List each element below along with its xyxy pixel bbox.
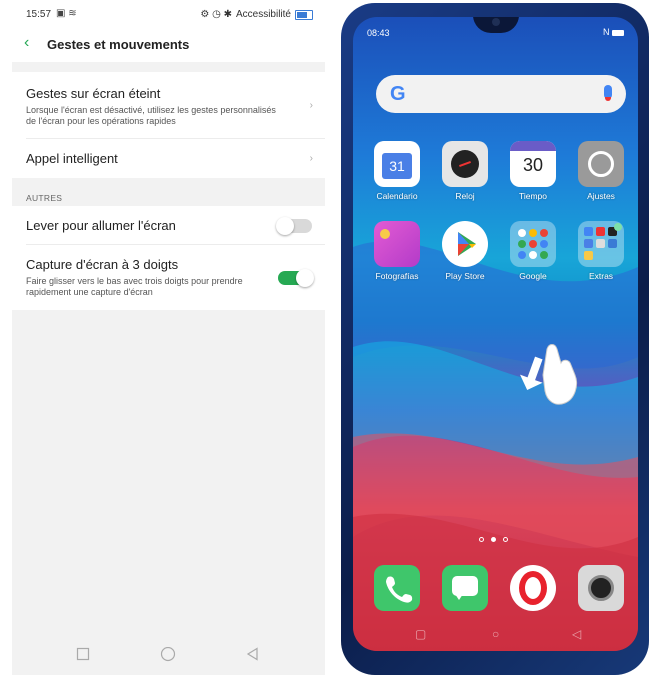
page-header: ‹ Gestes et mouvements [12,28,325,62]
app-fotografias[interactable]: Fotografías [367,221,427,281]
back-icon[interactable] [246,647,260,661]
phone-back-icon[interactable]: ◁ [572,627,581,641]
app-extras-folder[interactable]: Extras [571,221,631,281]
three-finger-screenshot-toggle[interactable] [278,269,314,287]
nav-bar [12,633,325,675]
camera-icon [578,565,624,611]
google-search-bar[interactable]: G [376,75,626,113]
dock-opera[interactable] [503,565,563,611]
photos-icon [374,221,420,267]
google-folder-icon [510,221,556,267]
gestures-off-screen-desc: Lorsque l'écran est désactivé, utilisez … [26,105,276,126]
phone-device: 08:43 N G 31 Calendario Reloj 30 Tiempo … [341,3,649,675]
back-arrow-icon[interactable]: ‹ [24,34,29,52]
app-tiempo[interactable]: 30 Tiempo [503,141,563,201]
accessibility-label: Accessibilité [235,9,291,20]
mic-icon[interactable] [604,85,612,101]
page-indicator [479,537,508,542]
gestures-group: Gestes sur écran éteint Lorsque l'écran … [12,72,325,178]
weather-icon: 30 [510,141,556,187]
status-bar: 15:57 ▣ ≋ ⚙ ◷ ✱ Accessibilité [12,0,325,28]
dock-phone[interactable] [367,565,427,611]
google-logo: G [390,83,406,105]
home-icon[interactable] [160,647,176,663]
nfc-icon: N [602,27,610,37]
gestures-off-screen-row[interactable]: Gestes sur écran éteint Lorsque l'écran … [12,72,325,138]
opera-icon [510,565,556,611]
phone-home-icon[interactable]: ○ [492,627,499,641]
gestures-off-screen-label: Gestes sur écran éteint [26,86,161,101]
phone-status-right: N [603,27,624,37]
smart-call-row[interactable]: Appel intelligent › [12,139,325,178]
status-right: ⚙ ◷ ✱ Accessibilité [200,9,313,20]
dock-messages[interactable] [435,565,495,611]
raise-to-wake-row[interactable]: Lever pour allumer l'écran [12,206,325,244]
play-store-icon [442,221,488,267]
recents-icon[interactable] [76,647,90,661]
settings-icon [578,141,624,187]
chevron-right-icon: › [309,100,313,111]
status-icons: ▣ ≋ [56,8,77,19]
three-finger-screenshot-row[interactable]: Capture d'écran à 3 doigts Faire glisser… [12,245,325,310]
three-finger-screenshot-desc: Faire glisser vers le bas avec trois doi… [26,276,243,297]
three-finger-screenshot-label: Capture d'écran à 3 doigts [26,257,179,272]
app-play-store[interactable]: Play Store [435,221,495,281]
page-dot[interactable] [479,537,484,542]
page-title: Gestes et mouvements [47,37,190,52]
app-calendario[interactable]: 31 Calendario [367,141,427,201]
phone-home-screen: 08:43 N G 31 Calendario Reloj 30 Tiempo … [353,17,638,651]
page-dot-active[interactable] [491,537,496,542]
app-reloj[interactable]: Reloj [435,141,495,201]
chevron-right-icon: › [309,153,313,164]
raise-to-wake-toggle[interactable] [276,217,312,235]
smart-call-label: Appel intelligent [26,151,118,166]
page-dot[interactable] [503,537,508,542]
settings-screen: 15:57 ▣ ≋ ⚙ ◷ ✱ Accessibilité ‹ Gestes e… [12,0,325,675]
clock-icon [442,141,488,187]
dock-camera[interactable] [571,565,631,611]
others-group: Lever pour allumer l'écran Capture d'écr… [12,206,325,310]
phone-status-time: 08:43 [367,28,390,38]
app-google-folder[interactable]: Google [503,221,563,281]
section-header-others: AUTRES [26,193,63,203]
app-ajustes[interactable]: Ajustes [571,141,631,201]
status-misc-icons: ⚙ ◷ ✱ [200,9,232,20]
battery-icon [295,9,313,20]
calendar-icon: 31 [374,141,420,187]
extras-folder-icon [578,221,624,267]
messages-icon [442,565,488,611]
phone-recents-icon[interactable]: ▢ [415,627,426,641]
raise-to-wake-label: Lever pour allumer l'écran [26,218,176,233]
phone-battery-icon [612,29,624,36]
swipe-down-gesture-icon [520,344,578,405]
phone-icon [374,565,420,611]
status-time: 15:57 [26,9,52,20]
